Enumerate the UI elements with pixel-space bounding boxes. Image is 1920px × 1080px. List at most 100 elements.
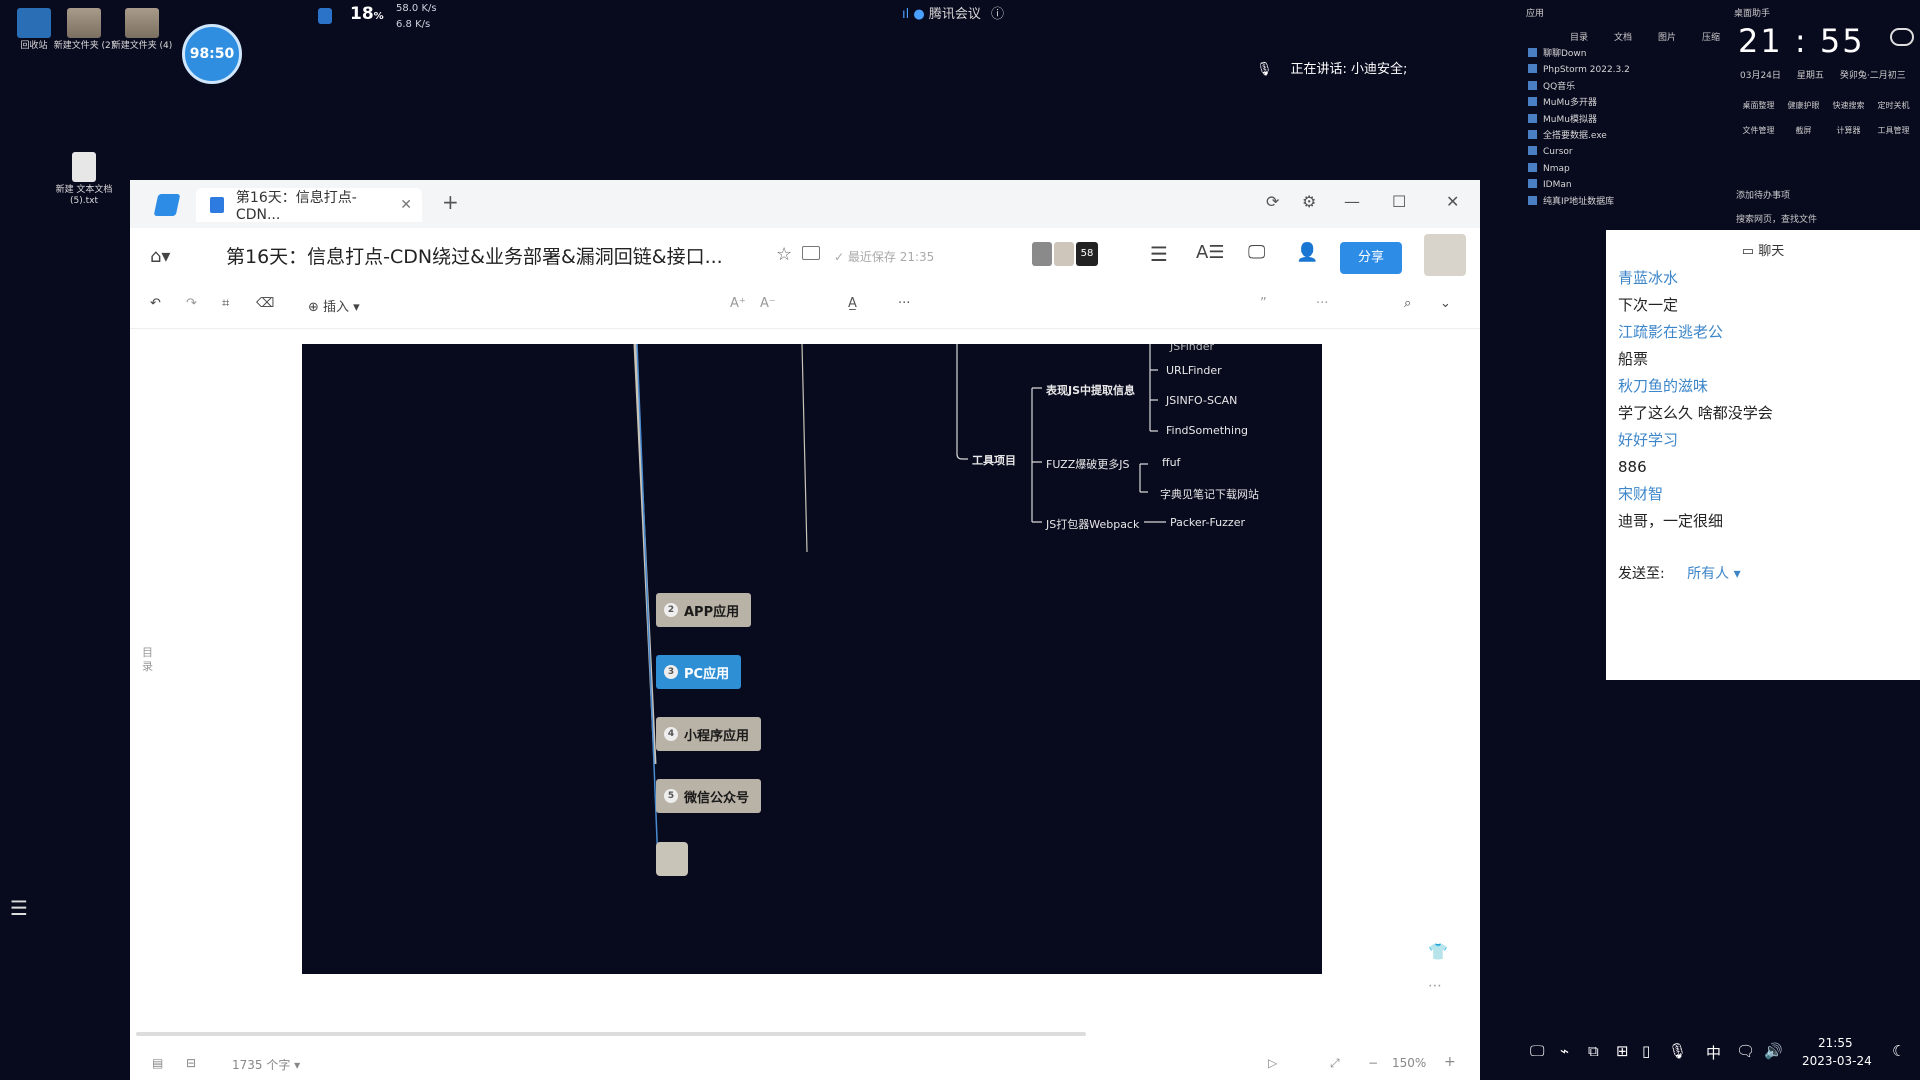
mindmap-node-wechat[interactable]: 5 微信公众号 <box>656 779 762 813</box>
app-logo-icon[interactable] <box>153 194 181 216</box>
app-item[interactable]: QQ音乐 <box>1528 79 1630 95</box>
app-item[interactable]: MuMu模拟器 <box>1528 112 1630 128</box>
mindmap-leaf[interactable]: ffuf <box>1162 456 1180 469</box>
windows-icon[interactable]: ⊞ <box>1616 1042 1629 1060</box>
moon-icon[interactable]: ☾ <box>1892 1042 1905 1060</box>
close-window-button[interactable]: ✕ <box>1446 192 1459 211</box>
eraser-icon[interactable]: ⌫ <box>256 296 274 311</box>
microphone-icon[interactable]: 🎙 <box>1668 1042 1687 1060</box>
more-icon[interactable]: ··· <box>1316 296 1328 311</box>
refresh-icon[interactable]: ⟳ <box>1266 192 1279 211</box>
text-size-down-icon[interactable]: A⁻ <box>760 296 776 311</box>
menu-icon[interactable]: ☰ <box>1150 242 1168 266</box>
quick-tool-files[interactable]: 文件管理 <box>1736 125 1781 136</box>
desktop-folder-4[interactable]: 新建文件夹 (4) <box>110 8 174 52</box>
collaborator-avatar[interactable] <box>1054 242 1074 266</box>
text-size-icon[interactable]: A⁺ <box>730 296 746 311</box>
settings-gear-icon[interactable]: ⚙ <box>1302 192 1316 211</box>
mindmap-leaf[interactable]: URLFinder <box>1166 364 1222 377</box>
app-item[interactable]: 纯真IP地址数据库 <box>1528 194 1630 210</box>
layout-icon[interactable]: ⊟ <box>186 1056 196 1070</box>
notification-icon[interactable]: 🗨 <box>1736 1042 1755 1060</box>
mindmap-leaf[interactable]: FindSomething <box>1166 424 1248 437</box>
word-count[interactable]: 1735 个字 ▾ <box>232 1056 300 1073</box>
desktop-text-file[interactable]: 新建 文本文档 (5).txt <box>52 152 116 207</box>
copy-icon[interactable]: ⧉ <box>1588 1042 1599 1060</box>
mindmap-node-app[interactable]: 2 APP应用 <box>656 593 752 627</box>
todo-link[interactable]: 添加待办事项 <box>1736 188 1790 201</box>
mindmap-group[interactable]: 工具项目 <box>972 452 1016 468</box>
mindmap-node-miniprogram[interactable]: 4 小程序应用 <box>656 717 762 751</box>
tab-document[interactable]: 第16天：信息打点-CDN... ✕ <box>196 188 422 223</box>
tab-close-icon[interactable]: ✕ <box>400 197 412 213</box>
mindmap-leaf[interactable]: JSFinder <box>1170 344 1214 353</box>
outline-toggle[interactable]: 目录 <box>142 646 154 674</box>
quick-tool-calculator[interactable]: 计算器 <box>1826 125 1871 136</box>
app-item[interactable]: 聊聊Down <box>1528 46 1630 62</box>
info-icon[interactable]: ⓘ <box>991 7 1004 22</box>
volume-icon[interactable]: 🔊 <box>1764 1042 1783 1060</box>
fullscreen-icon[interactable]: ⤢ <box>1330 1056 1340 1071</box>
mindmap-leaf[interactable]: 字典见笔记下载网站 <box>1160 486 1259 502</box>
quick-tool-manage[interactable]: 工具管理 <box>1871 125 1916 136</box>
ime-indicator[interactable]: 中 <box>1706 1042 1721 1063</box>
quote-icon[interactable]: ” <box>1260 296 1267 311</box>
mindmap-node-pc[interactable]: 3 PC应用 <box>656 655 742 689</box>
undo-icon[interactable]: ↶ <box>150 296 161 311</box>
zoom-out-button[interactable]: − <box>1368 1056 1378 1070</box>
quick-tool-search[interactable]: 快速搜索 <box>1826 100 1871 111</box>
chevron-down-icon[interactable]: ⌄ <box>1440 296 1451 311</box>
mindmap-group[interactable]: FUZZ爆破更多JS <box>1046 456 1129 472</box>
maximize-button[interactable]: ☐ <box>1392 192 1406 211</box>
mindmap-node-empty[interactable] <box>656 842 688 876</box>
recording-timer[interactable]: 98:50 <box>182 24 242 84</box>
font-color-icon[interactable]: A̲ <box>848 296 857 311</box>
more-vertical-icon[interactable]: ⋯ <box>1428 978 1442 994</box>
document-title[interactable]: 第16天：信息打点-CDN绕过&业务部署&漏洞回链&接口... <box>226 242 723 269</box>
quick-tool-eye-care[interactable]: 健康护眼 <box>1781 100 1826 111</box>
zoom-level[interactable]: 150% <box>1392 1056 1426 1070</box>
horizontal-scrollbar[interactable] <box>136 1032 1086 1036</box>
widget-search[interactable]: 搜索网页，查找文件 <box>1736 212 1817 225</box>
quick-tool-desktop-organize[interactable]: 桌面整理 <box>1736 100 1781 111</box>
zoom-in-button[interactable]: + <box>1444 1054 1456 1070</box>
taskbar-time[interactable]: 21:55 <box>1818 1036 1853 1050</box>
redo-icon[interactable]: ↷ <box>186 296 197 311</box>
font-size-icon[interactable]: A☰ <box>1196 242 1224 263</box>
list-icon[interactable]: ☰ <box>10 896 28 920</box>
meeting-title[interactable]: ıl ● 腾讯会议 ⓘ <box>902 3 1004 22</box>
play-icon[interactable]: ▷ <box>1268 1056 1277 1070</box>
quick-tool-shutdown[interactable]: 定时关机 <box>1871 100 1916 111</box>
app-item[interactable]: IDMan <box>1528 177 1630 193</box>
search-icon[interactable]: ⌕ <box>1404 296 1411 311</box>
mindmap-leaf[interactable]: Packer-Fuzzer <box>1170 516 1245 529</box>
quick-tool-screenshot[interactable]: 截屏 <box>1781 125 1826 136</box>
folder-move-icon[interactable] <box>802 246 820 260</box>
widget-tab-catalog[interactable]: 目录 <box>1570 30 1588 43</box>
collaborator-count[interactable]: 58 <box>1076 242 1098 266</box>
app-item[interactable]: 全搭要数据.exe <box>1528 128 1630 144</box>
mindmap-leaf[interactable]: JSINFO-SCAN <box>1166 394 1237 407</box>
network-icon[interactable]: ⌁ <box>1560 1042 1569 1060</box>
user-avatar[interactable] <box>1424 234 1466 276</box>
taskbar-date[interactable]: 2023-03-24 <box>1802 1054 1872 1068</box>
present-icon[interactable]: 🖵 <box>1248 242 1265 263</box>
app-item[interactable]: PhpStorm 2022.3.2 <box>1528 62 1630 78</box>
battery-icon[interactable]: ▯ <box>1642 1042 1650 1060</box>
display-icon[interactable]: 🖵 <box>1530 1042 1544 1060</box>
insert-button[interactable]: ⊕ 插入 ▾ <box>308 296 360 315</box>
home-icon[interactable]: ⌂▾ <box>150 246 170 267</box>
shirt-icon[interactable]: 👕 <box>1428 942 1448 961</box>
send-to-select[interactable]: 所有人 ▾ <box>1687 566 1740 582</box>
widget-tab-archive[interactable]: 压缩 <box>1702 30 1720 43</box>
more-icon[interactable]: ··· <box>898 296 910 311</box>
app-item[interactable]: MuMu多开器 <box>1528 95 1630 111</box>
desktop-folder-2[interactable]: 新建文件夹 (2) <box>52 8 116 52</box>
mindmap-group[interactable]: 表现JS中提取信息 <box>1046 382 1135 398</box>
minimize-button[interactable]: — <box>1344 192 1360 211</box>
mindmap-group[interactable]: JS打包器Webpack <box>1046 516 1139 532</box>
collaborator-avatar[interactable] <box>1032 242 1052 266</box>
app-item[interactable]: Nmap <box>1528 161 1630 177</box>
widget-tab-images[interactable]: 图片 <box>1658 30 1676 43</box>
new-tab-button[interactable]: + <box>442 190 459 214</box>
